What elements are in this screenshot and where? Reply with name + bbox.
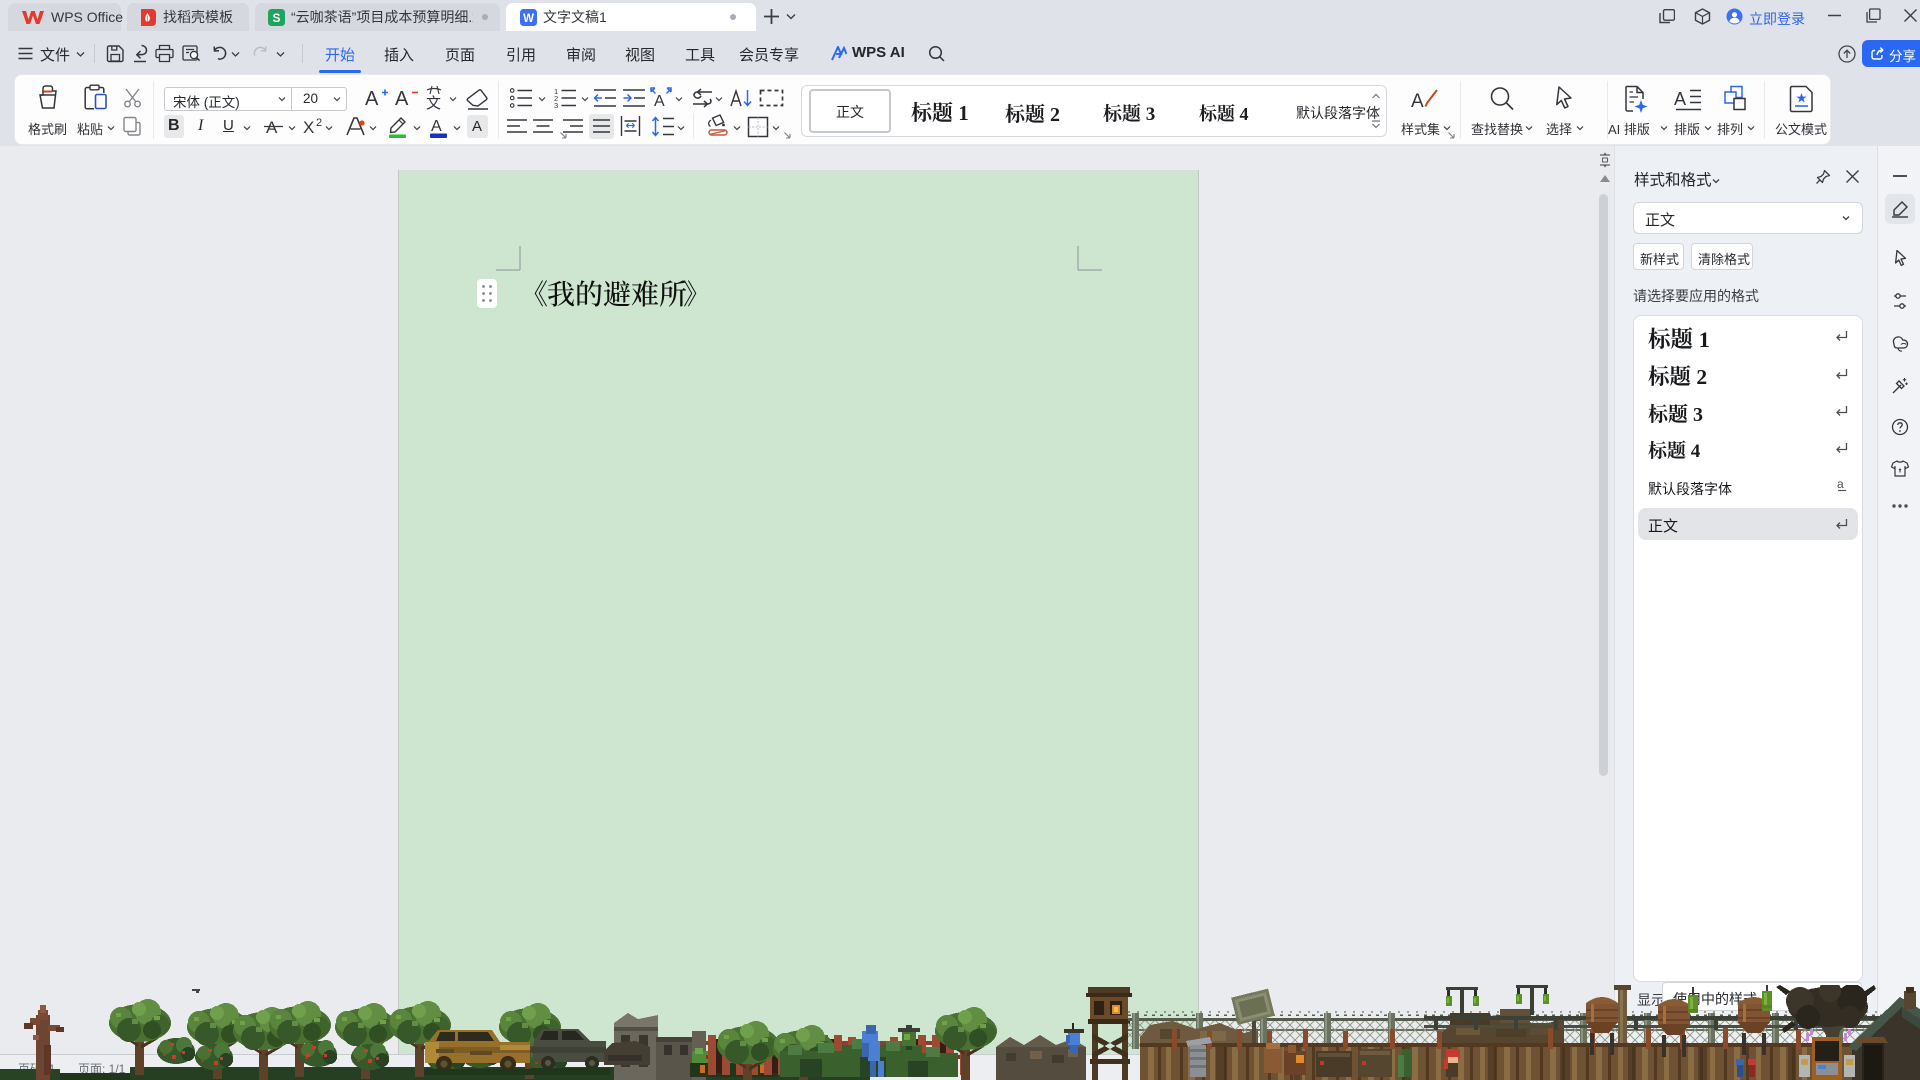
svg-text:A: A <box>431 118 442 135</box>
svg-text:A: A <box>395 88 409 109</box>
svg-text:A: A <box>365 88 379 109</box>
svg-text:A: A <box>1674 89 1686 109</box>
svg-text:W: W <box>523 13 534 25</box>
svg-text:A: A <box>1411 91 1424 112</box>
svg-text:A: A <box>266 118 278 137</box>
svg-text:S: S <box>272 11 280 25</box>
svg-text:文: 文 <box>426 95 441 111</box>
svg-text:3: 3 <box>554 101 558 109</box>
svg-text:X: X <box>303 118 314 137</box>
svg-text:2: 2 <box>316 117 322 129</box>
svg-text:A: A <box>654 93 665 110</box>
svg-text:a: a <box>1837 477 1844 491</box>
